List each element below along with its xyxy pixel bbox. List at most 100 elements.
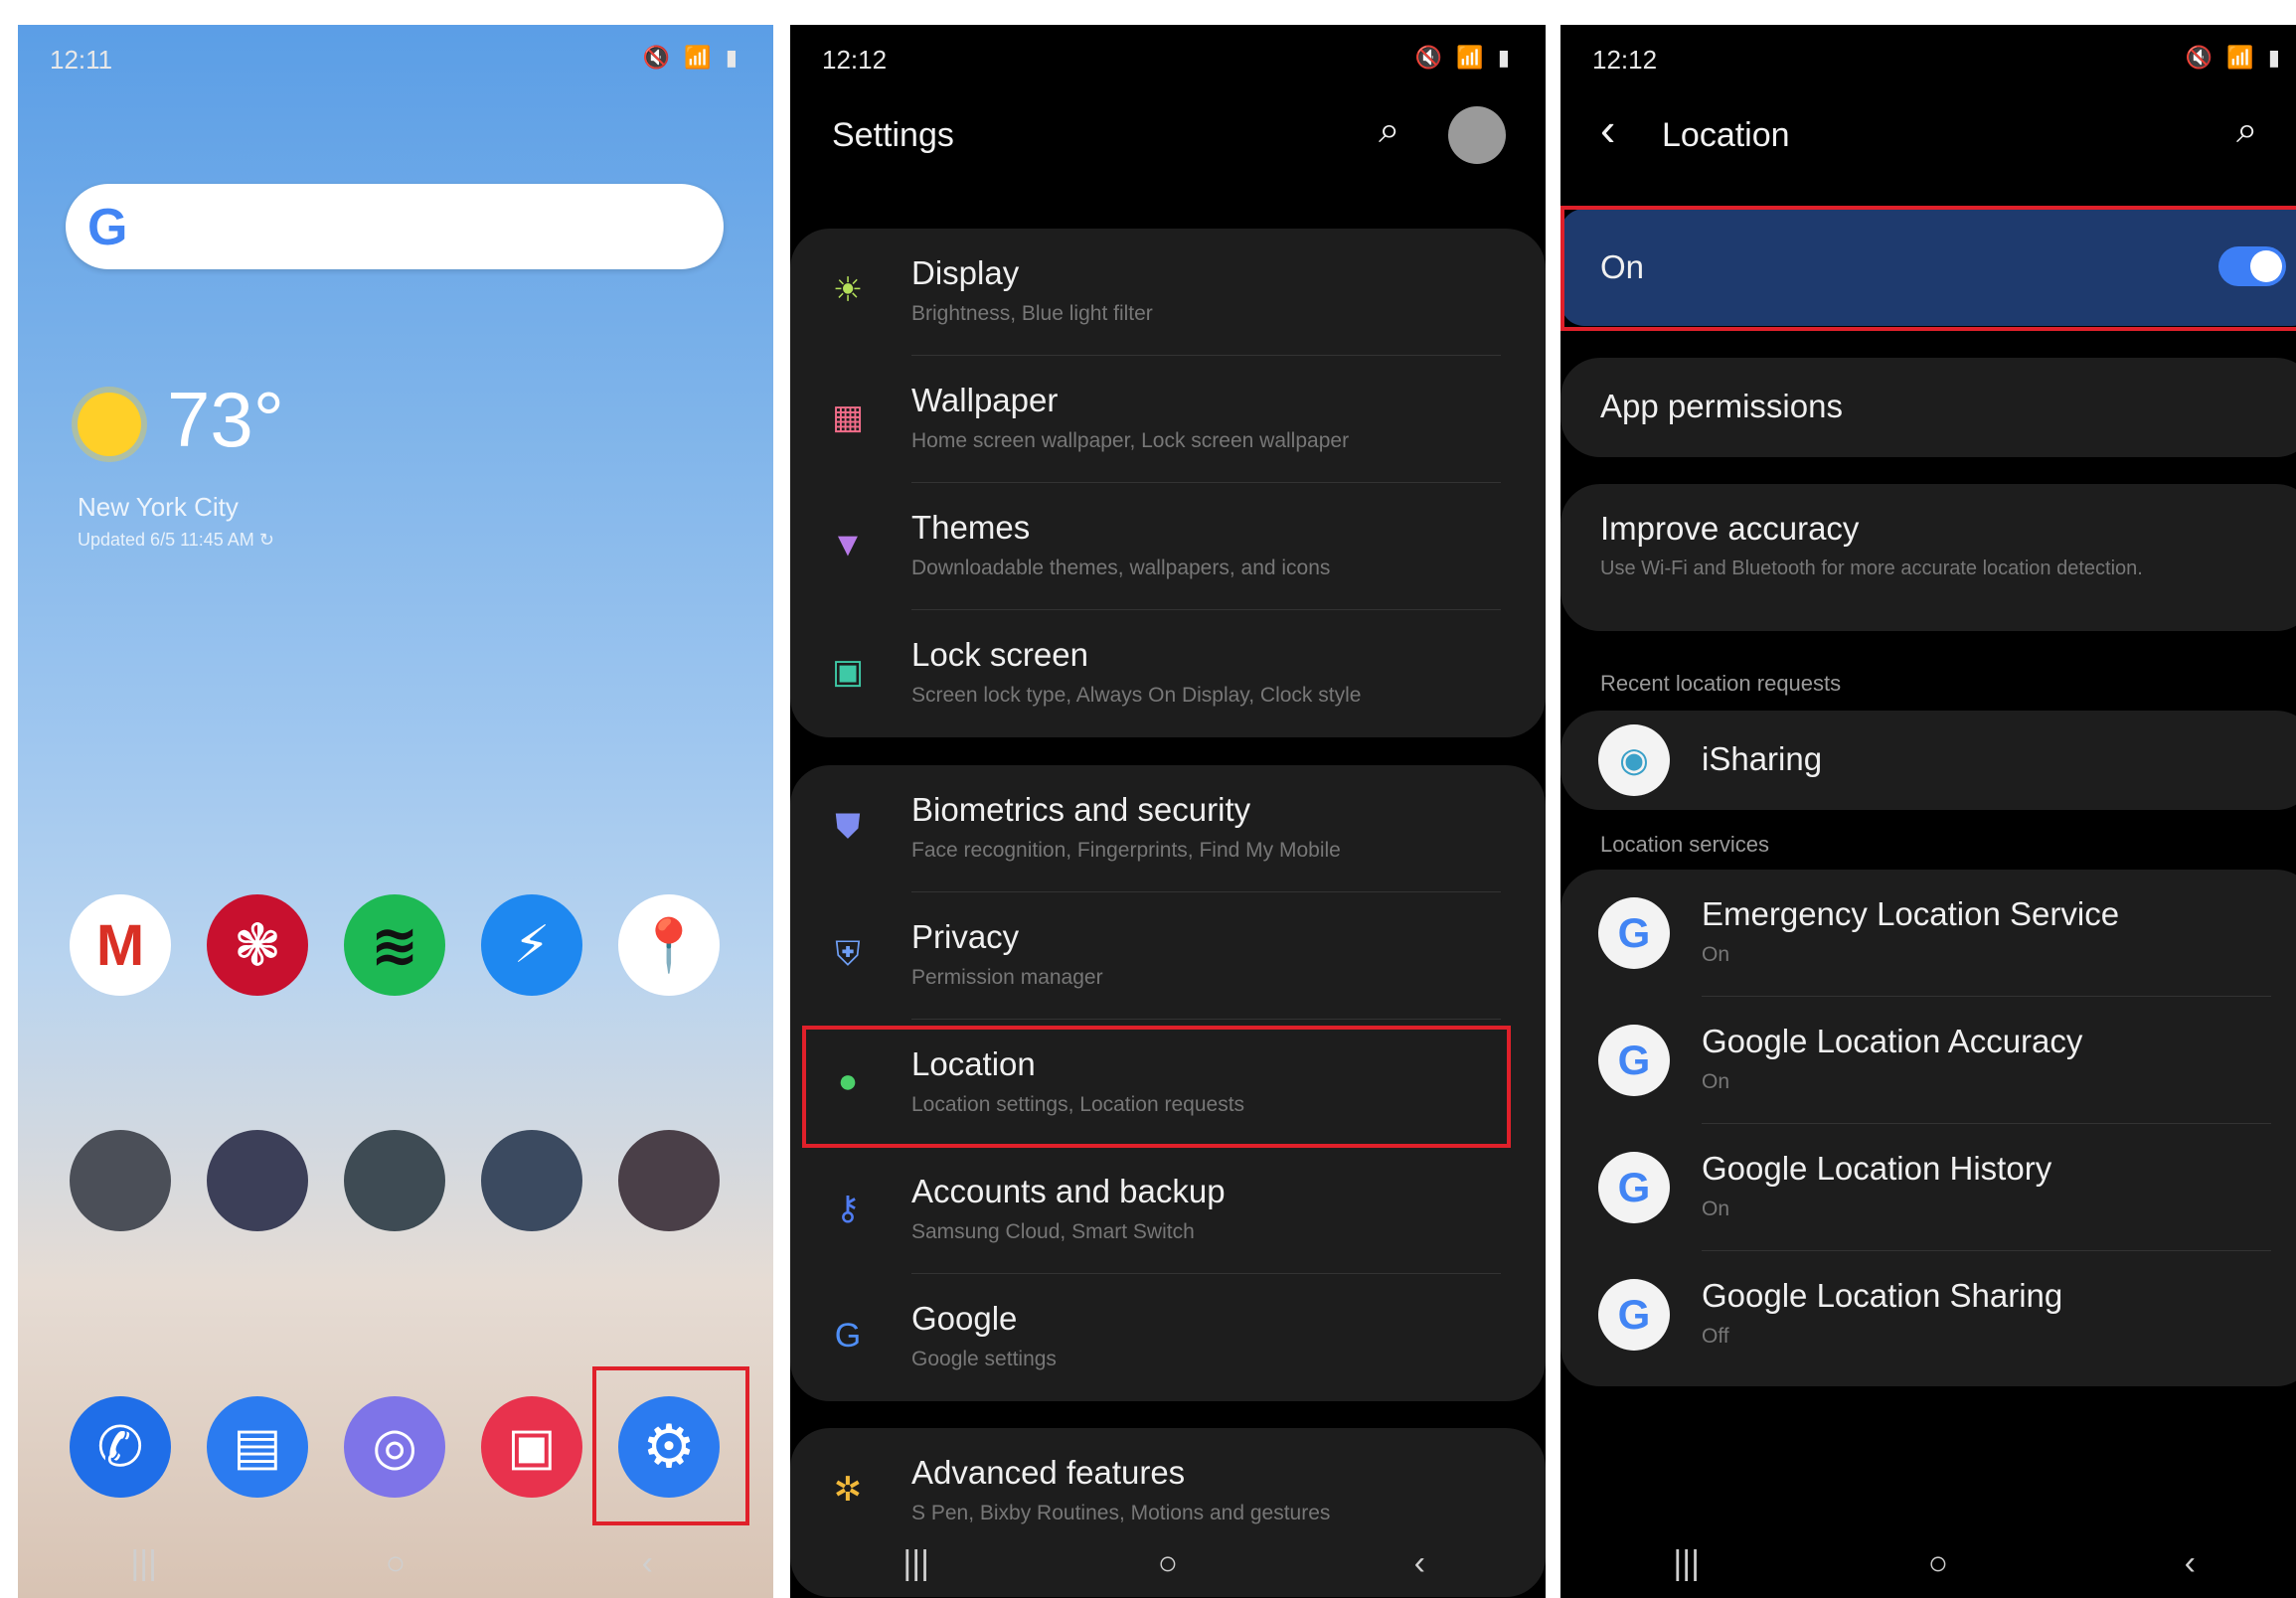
folder-5-icon[interactable]: [618, 1130, 720, 1231]
settings-item-icon: ⛊: [835, 808, 861, 846]
search-icon[interactable]: ⌕: [1379, 109, 1399, 152]
page-title: Settings: [832, 116, 954, 154]
recent-request-card[interactable]: ◉ iSharing: [1560, 711, 2296, 810]
phone-app-icon[interactable]: ✆: [70, 1396, 171, 1498]
app-permissions-label: App permissions: [1600, 388, 1843, 424]
weather-city: New York City: [78, 492, 239, 522]
settings-item-title: Accounts and backup: [911, 1173, 1226, 1209]
settings-item-biometrics-and-security[interactable]: ⛊ Biometrics and security Face recognition…: [790, 765, 1546, 892]
messenger-app-icon[interactable]: ⚡: [481, 894, 582, 996]
folder-2-icon[interactable]: [207, 1130, 308, 1231]
google-search-bar[interactable]: G: [66, 184, 724, 269]
recents-button[interactable]: |||: [1637, 1544, 1736, 1583]
settings-item-icon: G: [834, 1317, 862, 1355]
location-services-header: Location services: [1600, 832, 1769, 857]
settings-item-title: Biometrics and security: [911, 791, 1251, 828]
status-time: 12:12: [1592, 45, 1658, 75]
highlight-location-toggle: [1560, 206, 2296, 331]
isharing-app-icon: ◉: [1598, 724, 1670, 796]
improve-accuracy-title: Improve accuracy: [1600, 510, 1860, 547]
highlight-location-item: [802, 1026, 1511, 1148]
settings-item-icon: ▦: [831, 399, 865, 436]
search-icon[interactable]: ⌕: [2236, 109, 2257, 152]
location-service-status: On: [1702, 1070, 1730, 1093]
internet-app-icon[interactable]: ◎: [344, 1396, 445, 1498]
location-service-status: Off: [1702, 1325, 1729, 1348]
status-bar: 12:11 🔇 📶 ▮: [50, 45, 741, 84]
weather-temperature: 73°: [167, 376, 284, 463]
settings-item-google[interactable]: G Google Google settings: [790, 1274, 1546, 1401]
settings-item-title: Wallpaper: [911, 382, 1059, 418]
settings-item-subtitle: Face recognition, Fingerprints, Find My …: [911, 839, 1341, 862]
status-time: 12:12: [822, 45, 888, 75]
settings-item-wallpaper[interactable]: ▦ Wallpaper Home screen wallpaper, Lock sc…: [790, 356, 1546, 483]
recents-button[interactable]: |||: [867, 1544, 966, 1583]
avatar[interactable]: [1448, 106, 1506, 164]
location-service-title: Google Location Accuracy: [1702, 1023, 2083, 1059]
settings-item-subtitle: S Pen, Bixby Routines, Motions and gestu…: [911, 1502, 1331, 1524]
settings-item-subtitle: Home screen wallpaper, Lock screen wallp…: [911, 429, 1350, 452]
settings-item-accounts-and-backup[interactable]: ⚷ Accounts and backup Samsung Cloud, Smart…: [790, 1147, 1546, 1274]
location-service-title: Google Location History: [1702, 1150, 2052, 1187]
folder-3-icon[interactable]: [344, 1130, 445, 1231]
location-service-row[interactable]: G Google Location Accuracy On: [1560, 997, 2296, 1124]
settings-item-title: Lock screen: [911, 636, 1088, 673]
sun-icon: [78, 393, 141, 456]
settings-item-title: Themes: [911, 509, 1031, 546]
recents-button[interactable]: |||: [94, 1544, 194, 1583]
location-service-row[interactable]: G Google Location Sharing Off: [1560, 1251, 2296, 1378]
nav-bar: ||| ○ ‹: [790, 1528, 1546, 1598]
settings-item-display[interactable]: ☀ Display Brightness, Blue light filter: [790, 229, 1546, 356]
maps-app-icon[interactable]: 📍: [618, 894, 720, 996]
messages-app-icon[interactable]: ▤: [207, 1396, 308, 1498]
settings-item-subtitle: Screen lock type, Always On Display, Clo…: [911, 684, 1362, 707]
settings-item-subtitle: Downloadable themes, wallpapers, and ico…: [911, 557, 1331, 579]
recent-app-name: iSharing: [1702, 740, 1823, 777]
google-g-icon: G: [1598, 1152, 1670, 1223]
back-button[interactable]: ‹: [1370, 1544, 1469, 1583]
settings-item-themes[interactable]: ▼ Themes Downloadable themes, wallpapers, …: [790, 483, 1546, 610]
status-icons: 🔇 📶 ▮: [1414, 45, 1514, 70]
settings-item-lock-screen[interactable]: ▣ Lock screen Screen lock type, Always On …: [790, 610, 1546, 737]
weather-updated: Updated 6/5 11:45 AM ↻: [78, 530, 274, 550]
home-button[interactable]: ○: [1118, 1544, 1218, 1583]
home-screen: 12:11 🔇 📶 ▮ G 73° New York City Updated …: [18, 25, 773, 1598]
back-button[interactable]: ‹: [2140, 1544, 2239, 1583]
settings-item-subtitle: Google settings: [911, 1348, 1057, 1370]
back-arrow-icon[interactable]: ‹: [1600, 102, 1615, 156]
home-button[interactable]: ○: [346, 1544, 445, 1583]
settings-item-privacy[interactable]: ⛨ Privacy Permission manager: [790, 892, 1546, 1020]
status-bar: 12:12 🔇 📶 ▮: [822, 45, 1514, 84]
blossom-app-icon[interactable]: ❃: [207, 894, 308, 996]
home-button[interactable]: ○: [1888, 1544, 1988, 1583]
folder-4-icon[interactable]: [481, 1130, 582, 1231]
settings-item-title: Display: [911, 254, 1020, 291]
highlight-settings-app: [592, 1366, 749, 1525]
gmail-app-icon[interactable]: M: [70, 894, 171, 996]
nav-bar: ||| ○ ‹: [18, 1528, 773, 1598]
settings-item-icon: ✲: [833, 1471, 863, 1509]
settings-item-title: Google: [911, 1300, 1018, 1337]
settings-item-icon: ▼: [831, 526, 865, 563]
status-icons: 🔇 📶 ▮: [2185, 45, 2284, 70]
improve-accuracy-card[interactable]: Improve accuracy Use Wi-Fi and Bluetooth…: [1560, 484, 2296, 631]
location-service-row[interactable]: G Emergency Location Service On: [1560, 870, 2296, 997]
app-permissions-card[interactable]: App permissions: [1560, 358, 2296, 457]
spotify-app-icon[interactable]: ≋: [344, 894, 445, 996]
nav-bar: ||| ○ ‹: [1560, 1528, 2296, 1598]
location-service-title: Google Location Sharing: [1702, 1277, 2063, 1314]
location-service-status: On: [1702, 943, 1730, 966]
google-logo-icon: G: [87, 199, 128, 256]
settings-item-icon: ☀: [832, 271, 864, 309]
settings-item-icon: ▣: [831, 653, 865, 691]
google-g-icon: G: [1598, 1279, 1670, 1351]
camera-app-icon[interactable]: ▣: [481, 1396, 582, 1498]
settings-item-title: Advanced features: [911, 1454, 1186, 1491]
location-service-status: On: [1702, 1198, 1730, 1220]
folder-1-icon[interactable]: [70, 1130, 171, 1231]
back-button[interactable]: ‹: [597, 1544, 697, 1583]
location-service-title: Emergency Location Service: [1702, 895, 2120, 932]
settings-item-subtitle: Permission manager: [911, 966, 1103, 989]
settings-item-icon: ⛨: [835, 935, 861, 973]
location-service-row[interactable]: G Google Location History On: [1560, 1124, 2296, 1251]
